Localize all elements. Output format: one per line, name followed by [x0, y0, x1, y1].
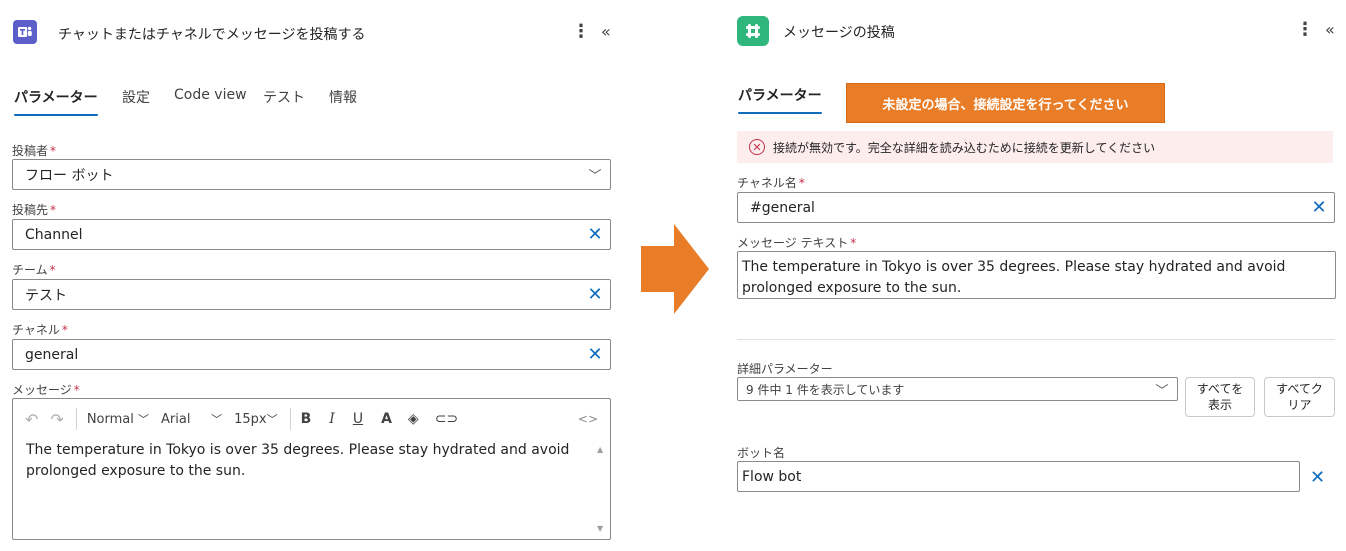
poster-dropdown[interactable]: フロー ボット ﹀: [12, 159, 611, 190]
team-value: テスト: [25, 287, 67, 304]
tab-info[interactable]: 情報: [329, 87, 357, 107]
message-text[interactable]: The temperature in Tokyo is over 35 degr…: [26, 440, 576, 482]
team-label: チーム *: [12, 263, 56, 277]
tab-code-view[interactable]: Code view: [174, 87, 247, 103]
size-select[interactable]: 15px ﹀: [234, 411, 278, 427]
active-tab-indicator: [738, 112, 822, 114]
clear-all-button[interactable]: すべてクリア: [1264, 377, 1335, 417]
clear-icon[interactable]: ✕: [580, 224, 610, 245]
section-divider: [737, 339, 1335, 340]
connection-setup-banner: 未設定の場合、接続設定を行ってください: [846, 83, 1165, 123]
channel-field[interactable]: general ✕: [12, 339, 611, 370]
more-options-icon[interactable]: ⋮: [1296, 21, 1314, 39]
editor-toolbar: ↶ ↷ Normal ﹀ Arial ﹀ 15px ﹀ B I U A ◈ ⊂⊃ …: [13, 399, 610, 439]
post-in-field[interactable]: Channel ✕: [12, 219, 611, 250]
team-field[interactable]: テスト ✕: [12, 279, 611, 310]
slack-app-icon: [737, 16, 769, 46]
tab-parameters[interactable]: パラメーター: [14, 87, 98, 107]
tab-test[interactable]: テスト: [263, 87, 305, 107]
message-label: メッセージ *: [12, 383, 80, 397]
scroll-up-icon[interactable]: ▲: [597, 445, 603, 454]
channel-value: general: [25, 346, 79, 363]
message-editor[interactable]: ↶ ↷ Normal ﹀ Arial ﹀ 15px ﹀ B I U A ◈ ⊂⊃ …: [12, 398, 611, 540]
underline-icon[interactable]: U: [353, 411, 363, 427]
bot-name-field[interactable]: Flow bot: [737, 461, 1300, 492]
chevron-down-icon[interactable]: ﹀: [1147, 380, 1177, 399]
clear-icon[interactable]: ✕: [1304, 197, 1334, 218]
channel-name-value: #general: [750, 199, 815, 216]
left-panel-title: チャットまたはチャネルでメッセージを投稿する: [58, 27, 366, 43]
message-text-field[interactable]: The temperature in Tokyo is over 35 degr…: [737, 251, 1336, 299]
font-color-icon[interactable]: A: [381, 411, 392, 427]
channel-name-field[interactable]: #general ✕: [737, 192, 1335, 223]
scroll-down-icon[interactable]: ▼: [597, 524, 603, 533]
clear-icon[interactable]: ✕: [1310, 467, 1325, 488]
clear-icon[interactable]: ✕: [580, 284, 610, 305]
error-message: 接続が無効です。完全な詳細を読み込むために接続を更新してください: [773, 140, 1156, 155]
show-all-button[interactable]: すべてを表示: [1185, 377, 1255, 417]
poster-value: フロー ボット: [25, 167, 114, 184]
clear-icon[interactable]: ✕: [580, 344, 610, 365]
collapse-panel-icon[interactable]: «: [601, 22, 611, 41]
tab-settings[interactable]: 設定: [122, 87, 150, 107]
chevron-down-icon[interactable]: ﹀: [580, 165, 610, 184]
right-panel-title: メッセージの投稿: [783, 25, 895, 41]
chevron-down-icon: ﹀: [266, 413, 278, 426]
chevron-down-icon: ﹀: [211, 413, 223, 426]
more-options-icon[interactable]: ⋮: [572, 23, 590, 41]
advanced-params-value: 9 件中 1 件を表示しています: [746, 382, 905, 397]
link-icon[interactable]: ⊂⊃: [435, 411, 458, 427]
poster-label: 投稿者 *: [12, 144, 57, 158]
advanced-params-label: 詳細パラメーター: [737, 362, 833, 376]
font-select[interactable]: Arial ﹀: [161, 411, 222, 427]
tab-parameters[interactable]: パラメーター: [738, 85, 822, 105]
channel-label: チャネル *: [12, 323, 68, 337]
redo-icon[interactable]: ↷: [50, 410, 63, 429]
format-select[interactable]: Normal ﹀: [87, 411, 149, 427]
post-in-label: 投稿先 *: [12, 203, 57, 217]
bot-name-value: Flow bot: [742, 468, 802, 485]
advanced-params-dropdown[interactable]: 9 件中 1 件を表示しています ﹀: [737, 377, 1178, 401]
active-tab-indicator: [14, 114, 98, 116]
collapse-panel-icon[interactable]: «: [1325, 20, 1335, 39]
teams-icon: [18, 26, 32, 37]
message-text-value: The temperature in Tokyo is over 35 degr…: [742, 259, 1286, 296]
post-in-value: Channel: [25, 226, 83, 243]
teams-app-icon: [13, 20, 37, 44]
undo-icon[interactable]: ↶: [25, 410, 38, 429]
bot-name-label: ボット名: [737, 446, 786, 460]
bold-icon[interactable]: B: [301, 411, 312, 427]
highlight-icon[interactable]: ◈: [408, 411, 419, 427]
error-circle-icon: ✕: [749, 139, 765, 155]
toolbar-divider: [75, 408, 77, 430]
code-view-icon[interactable]: <>: [578, 412, 598, 426]
toolbar-divider: [289, 408, 291, 430]
slack-icon: [746, 24, 760, 38]
channel-name-label: チャネル名 *: [737, 176, 805, 190]
chevron-down-icon: ﹀: [138, 413, 149, 426]
italic-icon[interactable]: I: [329, 411, 335, 427]
orange-arrow: [641, 224, 709, 314]
connection-error-bar: ✕ 接続が無効です。完全な詳細を読み込むために接続を更新してください: [737, 131, 1333, 163]
message-text-label: メッセージ テキスト *: [737, 236, 857, 250]
